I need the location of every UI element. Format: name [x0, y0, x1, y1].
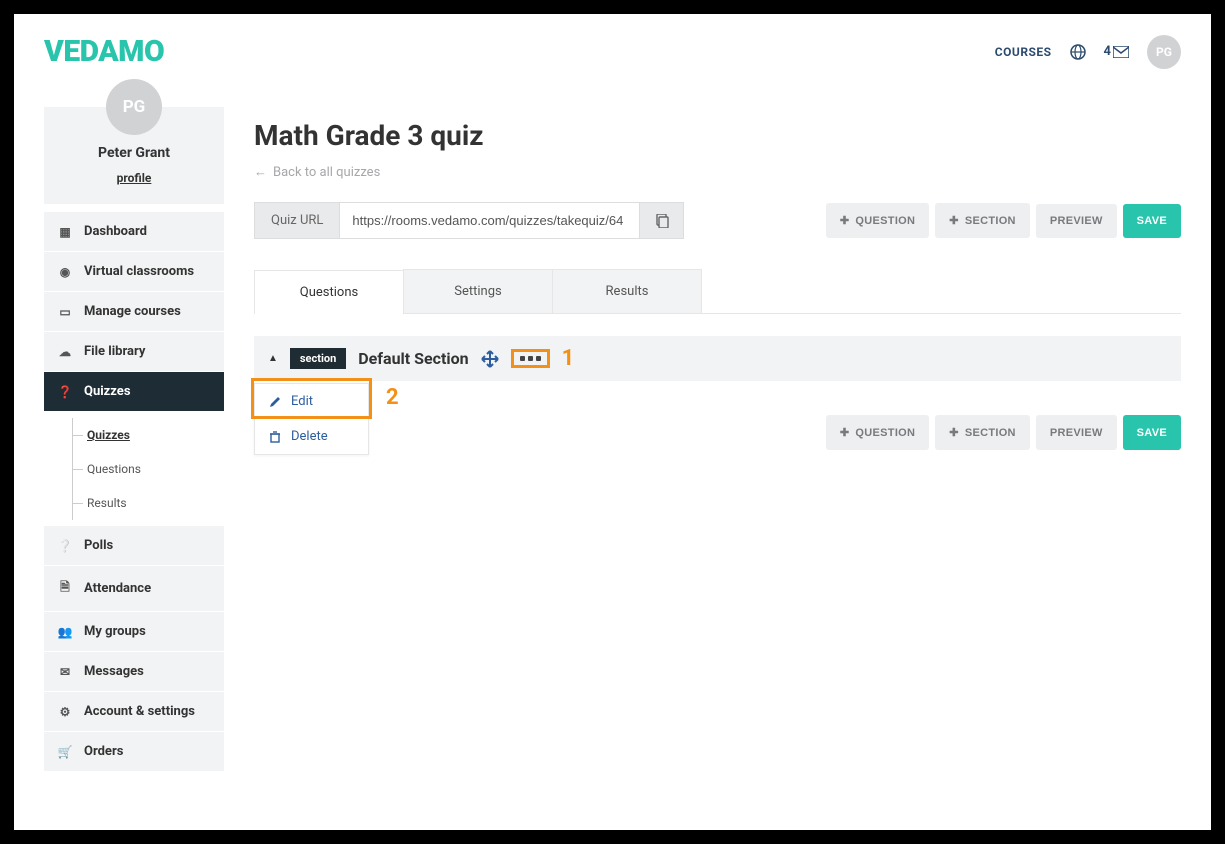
help-icon: ❓ [58, 385, 72, 399]
book-icon: ▭ [58, 305, 72, 319]
section-row: ▲ section Default Section 1 [254, 336, 1181, 381]
section-title: Default Section [358, 349, 468, 368]
add-question-button[interactable]: ✚ QUESTION [826, 203, 929, 238]
sidebar-item-quizzes[interactable]: ❓ Quizzes [44, 372, 224, 411]
mail-icon: ✉ [58, 665, 72, 679]
sidebar-item-label: Quizzes [84, 384, 131, 399]
sidebar-item-orders[interactable]: 🛒 Orders [44, 732, 224, 771]
tabs: Questions Settings Results [254, 269, 1181, 314]
sidebar-item-file-library[interactable]: ☁ File library [44, 332, 224, 371]
sidebar-item-messages[interactable]: ✉ Messages [44, 652, 224, 691]
brand-logo[interactable]: VEDAMO [44, 34, 164, 69]
trash-icon [269, 431, 281, 443]
tab-questions[interactable]: Questions [254, 270, 404, 314]
button-label: SECTION [965, 215, 1016, 227]
notification-count: 4 [1104, 44, 1111, 59]
sidebar-item-attendance[interactable]: 🗎 Attendance [44, 566, 224, 611]
plus-icon: ✚ [949, 426, 959, 439]
button-label: QUESTION [855, 427, 915, 439]
profile-card: PG Peter Grant profile [44, 107, 224, 204]
dropdown-label: Delete [291, 429, 328, 444]
main-content: Math Grade 3 quiz ← Back to all quizzes … [254, 79, 1181, 450]
add-section-button-2[interactable]: ✚ SECTION [935, 415, 1030, 450]
sidebar-item-label: File library [84, 344, 145, 359]
sidebar-item-dashboard[interactable]: ▦ Dashboard [44, 212, 224, 251]
section-tag: section [290, 348, 346, 369]
profile-link[interactable]: profile [117, 171, 152, 185]
back-link-label: Back to all quizzes [273, 165, 380, 180]
sidebar-item-label: Manage courses [84, 304, 181, 319]
dots-icon [520, 356, 541, 361]
gear-icon: ⚙ [58, 705, 72, 719]
sidebar-item-manage-courses[interactable]: ▭ Manage courses [44, 292, 224, 331]
tab-results[interactable]: Results [552, 269, 702, 313]
plus-icon: ✚ [840, 214, 850, 227]
sidebar-item-label: Polls [84, 538, 113, 553]
back-link[interactable]: ← Back to all quizzes [254, 164, 1181, 180]
sidebar-item-label: Virtual classrooms [84, 264, 194, 279]
sidebar-item-label: Dashboard [84, 224, 147, 239]
group-icon: 👥 [58, 625, 72, 639]
sidebar-item-my-groups[interactable]: 👥 My groups [44, 612, 224, 651]
quiz-url-input[interactable] [340, 202, 640, 239]
dropdown-delete[interactable]: Delete [255, 419, 368, 454]
save-button-2[interactable]: SAVE [1123, 415, 1181, 450]
collapse-icon[interactable]: ▲ [268, 353, 278, 364]
avatar[interactable]: PG [1147, 35, 1181, 69]
plus-icon: ✚ [840, 426, 850, 439]
page-title: Math Grade 3 quiz [254, 119, 1181, 152]
annotation-2: 2 [386, 385, 399, 410]
sidebar-item-label: Messages [84, 664, 144, 679]
sidebar-item-label: Attendance [84, 581, 151, 596]
more-button[interactable] [511, 349, 550, 368]
plus-icon: ✚ [949, 214, 959, 227]
copy-icon [655, 214, 669, 228]
add-question-button-2[interactable]: ✚ QUESTION [826, 415, 929, 450]
subnav-questions[interactable]: Questions [72, 452, 224, 486]
sidebar-subnav: Quizzes Questions Results [44, 412, 224, 526]
preview-button[interactable]: PREVIEW [1036, 204, 1117, 238]
annotation-box-2 [251, 378, 372, 419]
user-name: Peter Grant [54, 145, 214, 161]
help2-icon: ❔ [58, 539, 72, 553]
quiz-url-label: Quiz URL [254, 202, 340, 239]
cart-icon: 🛒 [58, 745, 72, 759]
quiz-url-group: Quiz URL [254, 202, 684, 239]
notification-badge[interactable]: 4 [1104, 44, 1129, 59]
preview-button-2[interactable]: PREVIEW [1036, 415, 1117, 450]
sidebar-item-account-settings[interactable]: ⚙ Account & settings [44, 692, 224, 731]
globe-icon[interactable] [1070, 44, 1086, 60]
nav-courses[interactable]: COURSES [995, 45, 1052, 59]
move-icon[interactable] [481, 350, 499, 368]
circle-icon: ◉ [58, 265, 72, 279]
avatar-large: PG [106, 79, 162, 135]
sidebar-item-label: Account & settings [84, 704, 195, 719]
arrow-left-icon: ← [254, 164, 267, 180]
add-section-button[interactable]: ✚ SECTION [935, 203, 1030, 238]
sidebar-item-label: My groups [84, 624, 146, 639]
doc-icon: 🗎 [58, 578, 72, 599]
cloud-icon: ☁ [58, 345, 72, 359]
button-label: QUESTION [855, 215, 915, 227]
tab-settings[interactable]: Settings [403, 269, 553, 313]
sidebar: PG Peter Grant profile ▦ Dashboard ◉ Vir… [44, 79, 224, 772]
sidebar-item-label: Orders [84, 744, 123, 759]
copy-url-button[interactable] [640, 202, 684, 239]
subnav-results[interactable]: Results [72, 486, 224, 520]
subnav-quizzes[interactable]: Quizzes [72, 418, 224, 452]
button-label: SECTION [965, 427, 1016, 439]
grid-icon: ▦ [58, 225, 72, 239]
sidebar-item-polls[interactable]: ❔ Polls [44, 526, 224, 565]
save-button[interactable]: SAVE [1123, 204, 1181, 238]
sidebar-item-virtual-classrooms[interactable]: ◉ Virtual classrooms [44, 252, 224, 291]
annotation-1: 1 [562, 346, 575, 371]
